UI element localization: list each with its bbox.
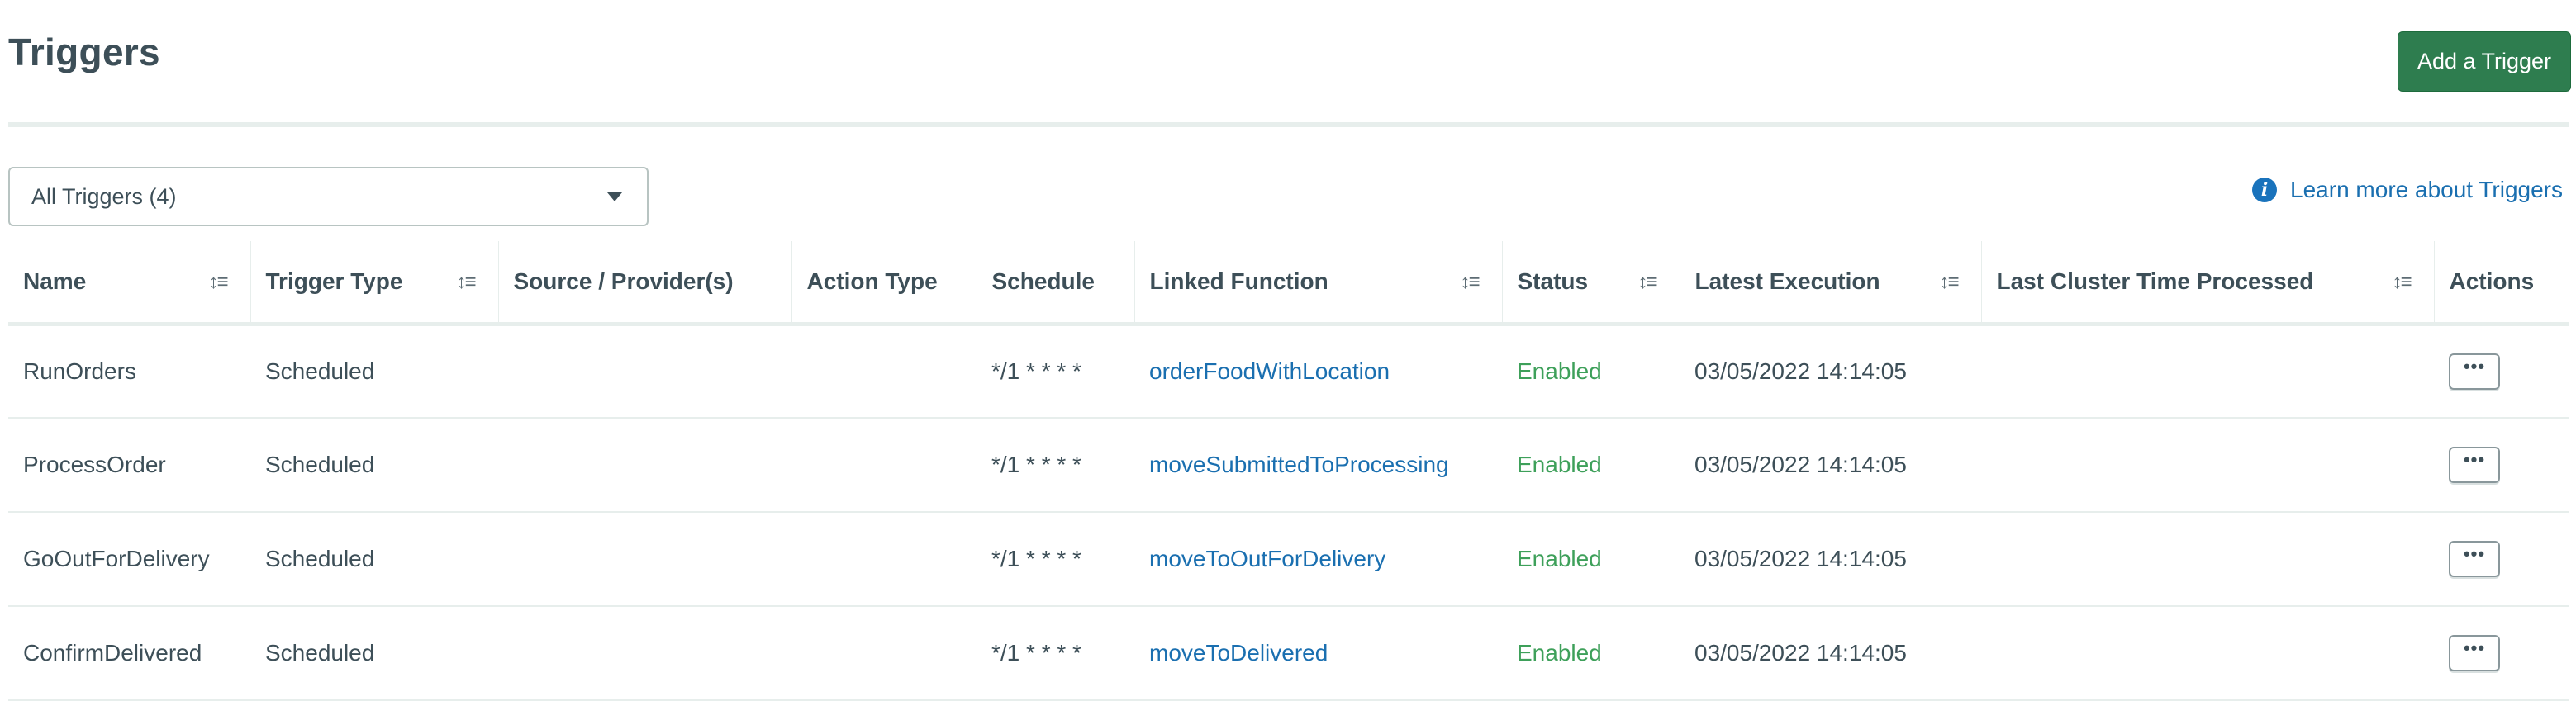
- last-cluster-time: [1981, 606, 2434, 701]
- trigger-name: ProcessOrder: [8, 418, 250, 513]
- column-header-action-type: Action Type: [791, 241, 977, 326]
- linked-function-link[interactable]: moveSubmittedToProcessing: [1149, 452, 1449, 477]
- ellipsis-icon: •••: [2463, 355, 2486, 377]
- learn-more-link[interactable]: i Learn more about Triggers: [2252, 177, 2563, 203]
- trigger-type: Scheduled: [250, 324, 498, 419]
- trigger-source: [498, 606, 791, 701]
- trigger-type: Scheduled: [250, 606, 498, 701]
- column-header-linked-function[interactable]: Linked Function ↕≡: [1134, 241, 1503, 326]
- trigger-name: RunOrders: [8, 324, 250, 419]
- linked-function-link[interactable]: moveToOutForDelivery: [1149, 546, 1385, 571]
- column-header-last-cluster-time[interactable]: Last Cluster Time Processed ↕≡: [1981, 241, 2435, 326]
- sort-icon[interactable]: ↕≡: [1460, 271, 1480, 294]
- row-actions-button[interactable]: •••: [2449, 353, 2500, 390]
- ellipsis-icon: •••: [2463, 449, 2486, 470]
- trigger-source: [498, 418, 791, 513]
- status-badge: Enabled: [1517, 358, 1602, 384]
- header-divider: [8, 122, 2569, 127]
- ellipsis-icon: •••: [2463, 543, 2486, 564]
- latest-execution: 03/05/2022 14:14:05: [1680, 512, 1981, 607]
- page-title: Triggers: [8, 31, 160, 73]
- trigger-action-type: [791, 512, 977, 607]
- last-cluster-time: [1981, 512, 2434, 607]
- sort-icon[interactable]: ↕≡: [2392, 271, 2412, 294]
- column-header-source: Source / Provider(s): [498, 241, 792, 326]
- trigger-schedule: */1 * * * *: [977, 324, 1134, 419]
- trigger-action-type: [791, 606, 977, 701]
- trigger-schedule: */1 * * * *: [977, 606, 1134, 701]
- row-actions-button[interactable]: •••: [2449, 447, 2500, 483]
- trigger-action-type: [791, 418, 977, 513]
- linked-function-link[interactable]: orderFoodWithLocation: [1149, 358, 1390, 384]
- trigger-source: [498, 324, 791, 419]
- status-badge: Enabled: [1517, 640, 1602, 666]
- sort-icon[interactable]: ↕≡: [456, 271, 476, 294]
- table-row: ProcessOrder Scheduled */1 * * * * moveS…: [8, 418, 2569, 513]
- last-cluster-time: [1981, 418, 2434, 513]
- linked-function-link[interactable]: moveToDelivered: [1149, 640, 1328, 666]
- row-actions-button[interactable]: •••: [2449, 635, 2500, 671]
- trigger-source: [498, 512, 791, 607]
- status-badge: Enabled: [1517, 452, 1602, 477]
- info-icon: i: [2252, 178, 2278, 202]
- trigger-name: ConfirmDelivered: [8, 606, 250, 701]
- latest-execution: 03/05/2022 14:14:05: [1680, 324, 1981, 419]
- last-cluster-time: [1981, 324, 2434, 419]
- column-header-actions: Actions: [2434, 241, 2569, 326]
- trigger-name: GoOutForDelivery: [8, 512, 250, 607]
- trigger-schedule: */1 * * * *: [977, 512, 1134, 607]
- add-trigger-button[interactable]: Add a Trigger: [2398, 31, 2571, 92]
- latest-execution: 03/05/2022 14:14:05: [1680, 418, 1981, 513]
- table-row: GoOutForDelivery Scheduled */1 * * * * m…: [8, 512, 2569, 607]
- sort-icon[interactable]: ↕≡: [1637, 271, 1657, 294]
- trigger-type: Scheduled: [250, 418, 498, 513]
- trigger-schedule: */1 * * * *: [977, 418, 1134, 513]
- sort-icon[interactable]: ↕≡: [208, 271, 228, 294]
- table-header-row: Name ↕≡ Trigger Type ↕≡ Source / Provider(…: [8, 241, 2569, 326]
- table-row: ConfirmDelivered Scheduled */1 * * * * m…: [8, 606, 2569, 701]
- trigger-action-type: [791, 324, 977, 419]
- row-actions-button[interactable]: •••: [2449, 541, 2500, 577]
- column-header-name[interactable]: Name ↕≡: [8, 241, 251, 326]
- trigger-type: Scheduled: [250, 512, 498, 607]
- column-header-status[interactable]: Status ↕≡: [1502, 241, 1680, 326]
- triggers-table: Name ↕≡ Trigger Type ↕≡ Source / Provider(…: [8, 241, 2569, 701]
- trigger-filter-select[interactable]: All Triggers (4): [8, 167, 649, 226]
- column-header-trigger-type[interactable]: Trigger Type ↕≡: [250, 241, 499, 326]
- table-row: RunOrders Scheduled */1 * * * * orderFoo…: [8, 324, 2569, 419]
- latest-execution: 03/05/2022 14:14:05: [1680, 606, 1981, 701]
- column-header-latest-execution[interactable]: Latest Execution ↕≡: [1680, 241, 1982, 326]
- column-header-schedule: Schedule: [977, 241, 1135, 326]
- learn-more-label: Learn more about Triggers: [2290, 177, 2563, 202]
- caret-down-icon: [607, 192, 622, 201]
- status-badge: Enabled: [1517, 546, 1602, 571]
- sort-icon[interactable]: ↕≡: [1939, 271, 1959, 294]
- ellipsis-icon: •••: [2463, 637, 2486, 658]
- filter-selected-value: All Triggers (4): [31, 183, 177, 209]
